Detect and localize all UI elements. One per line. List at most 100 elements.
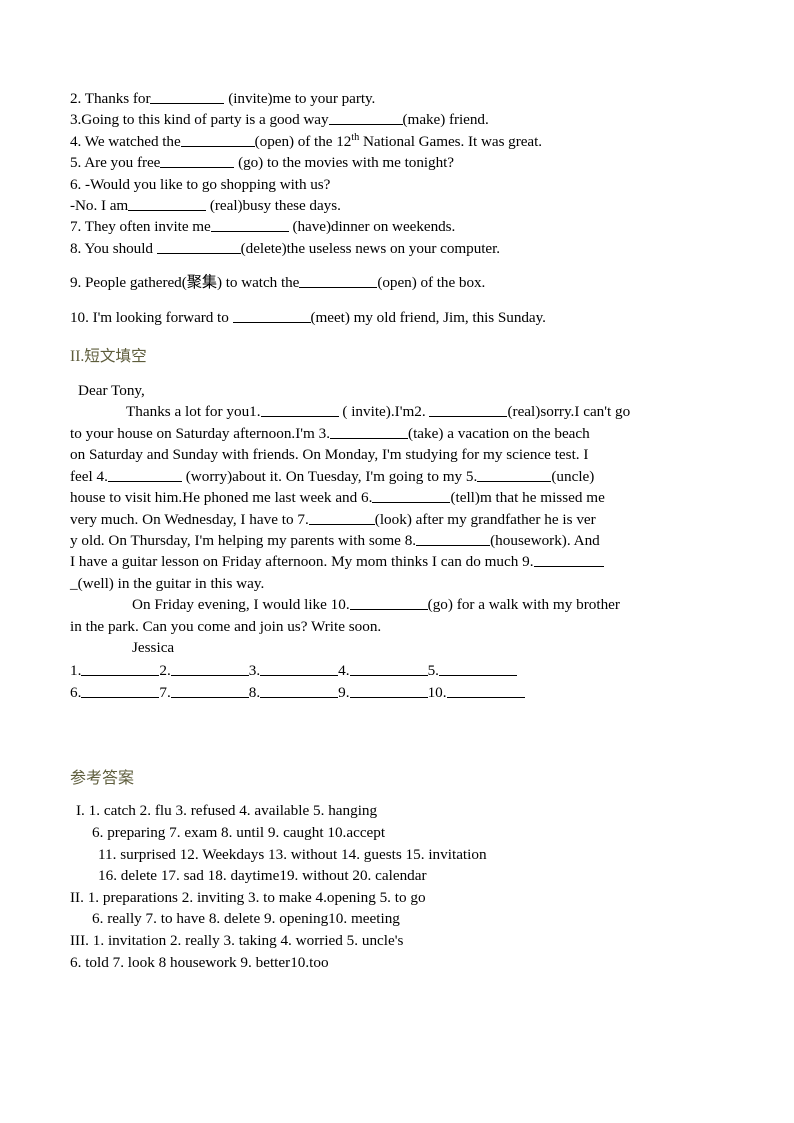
- answer-blank[interactable]: [328, 110, 403, 126]
- blank-number: 9.: [338, 684, 350, 702]
- answer-blank[interactable]: [446, 683, 525, 699]
- question-item-5: 5. Are you free (go) to the movies with …: [70, 152, 722, 173]
- question-text-before: -No. I am: [70, 197, 129, 215]
- answer-blank[interactable]: [232, 308, 311, 323]
- passage-text: (take) a vacation on the beach: [408, 424, 590, 442]
- blank-number: 7.: [159, 684, 171, 702]
- question-text-before: 10. I'm looking forward to: [70, 308, 233, 326]
- answer-blank[interactable]: [299, 273, 378, 289]
- answer-blank[interactable]: [260, 661, 339, 677]
- question-text-after: (invite)me to your party.: [224, 90, 376, 107]
- question-item-10: 10. I'm looking forward to (meet) my old…: [70, 307, 722, 328]
- blank-number: 10.: [427, 684, 447, 702]
- answer-key-title: 参考答案: [70, 768, 135, 788]
- answer-blank[interactable]: [180, 132, 255, 147]
- passage-line-3: on Saturday and Sunday with friends. On …: [70, 444, 722, 465]
- answer-blank[interactable]: [128, 196, 207, 212]
- passage-text: (go) for a walk with my brother: [427, 596, 620, 614]
- section-two-heading: II.短文填空: [70, 345, 722, 368]
- question-text-after: (have)dinner on weekends.: [288, 218, 456, 236]
- blank-number: 5.: [427, 662, 439, 680]
- passage-line-4: feel 4. (worry)about it. On Tuesday, I'm…: [70, 466, 722, 487]
- answer-key-line: 6. really 7. to have 8. delete 9. openin…: [92, 910, 400, 928]
- answer-blank[interactable]: [81, 683, 160, 699]
- passage-text: very much. On Wednesday, I have to 7.: [70, 510, 309, 528]
- question-text-after: (make) friend.: [402, 111, 489, 129]
- answer-key-list: I. 1. catch 2. flu 3. refused 4. availab…: [70, 800, 722, 973]
- passage-text: (look) after my grandfather he is ver: [374, 510, 596, 528]
- answer-blank[interactable]: [160, 153, 235, 169]
- question-item-7: 7. They often invite me (have)dinner on …: [70, 216, 722, 237]
- passage-text: feel 4.: [70, 467, 108, 485]
- passage-line-6: very much. On Wednesday, I have to 7. (lo…: [70, 509, 722, 530]
- question-item-9: 9. People gathered(聚集) to watch the (open…: [70, 272, 722, 293]
- answer-blank[interactable]: [330, 424, 409, 439]
- blank-number: 4.: [338, 662, 350, 680]
- answer-key-line: 6. preparing 7. exam 8. until 9. caught …: [92, 823, 386, 841]
- passage-text: ( invite).I'm2.: [338, 403, 430, 421]
- question-text-after: (delete)the useless news on your compute…: [240, 239, 501, 257]
- answer-blank[interactable]: [170, 683, 249, 699]
- answer-blank-grid: 1. 2. 3. 4. 5. 6. 7. 8. 9. 10.: [70, 660, 722, 704]
- passage-text: (uncle): [551, 467, 595, 485]
- answer-blank-row: 6. 7. 8. 9. 10.: [70, 682, 722, 704]
- passage-line-1: Thanks a lot for you1. ( invite).I'm2. (…: [70, 401, 722, 422]
- question-text-before: 6. -Would you like to go shopping with u…: [70, 175, 331, 193]
- question-text-after-post: National Games. It was great.: [359, 132, 543, 150]
- question-text-before: 3.Going to this kind of party is a good …: [70, 111, 329, 129]
- letter-salutation: Dear Tony,: [78, 382, 145, 400]
- answer-blank[interactable]: [260, 683, 339, 699]
- passage-text: on Saturday and Sunday with friends. On …: [70, 446, 589, 464]
- question-item-4: 4. We watched the (open) of the 12th Nati…: [70, 131, 722, 152]
- passage-line-8: I have a guitar lesson on Friday afterno…: [70, 551, 722, 572]
- answer-blank[interactable]: [107, 467, 182, 482]
- question-text-after: (real)busy these days.: [206, 197, 341, 215]
- blank-number: 6.: [70, 684, 82, 702]
- passage-text: Thanks a lot for you1.: [126, 403, 261, 421]
- answer-blank[interactable]: [260, 402, 339, 418]
- passage-text: (tell)m that he missed me: [450, 489, 605, 507]
- answer-blank[interactable]: [372, 488, 451, 504]
- answer-blank[interactable]: [349, 595, 428, 611]
- question-text-after: (go) to the movies with me tonight?: [234, 154, 454, 172]
- passage-text: (real)sorry.I can't go: [507, 403, 631, 421]
- question-text-before: 8. You should: [70, 239, 157, 257]
- passage-text: house to visit him.He phoned me last wee…: [70, 489, 373, 507]
- passage-text: (worry)about it. On Tuesday, I'm going t…: [181, 467, 478, 485]
- answer-key-line: III. 1. invitation 2. really 3. taking 4…: [70, 931, 404, 949]
- answer-blank[interactable]: [150, 89, 225, 104]
- blank-number: 3.: [248, 662, 261, 680]
- answer-key-line: 11. surprised 12. Weekdays 13. without 1…: [98, 845, 487, 863]
- passage-line-5: house to visit him.He phoned me last wee…: [70, 487, 722, 508]
- passage-line-11: in the park. Can you come and join us? W…: [70, 616, 722, 637]
- answer-blank[interactable]: [156, 239, 241, 254]
- blank-number: 1.: [70, 662, 82, 680]
- answer-key-line: II. 1. preparations 2. inviting 3. to ma…: [70, 888, 426, 906]
- passage-text: in the park. Can you come and join us? W…: [70, 617, 382, 635]
- answer-key-line: 16. delete 17. sad 18. daytime19. withou…: [98, 867, 427, 885]
- answer-blank[interactable]: [438, 661, 517, 677]
- passage-line-2: to your house on Saturday afternoon.I'm …: [70, 423, 722, 444]
- passage-text: On Friday evening, I would like 10.: [132, 596, 350, 614]
- question-item-6: 6. -Would you like to go shopping with u…: [70, 174, 722, 195]
- section-two-numeral: II.: [70, 348, 85, 366]
- answer-blank[interactable]: [81, 661, 160, 677]
- question-text-after: (meet) my old friend, Jim, this Sunday.: [310, 308, 546, 326]
- answer-blank[interactable]: [416, 531, 491, 546]
- answer-blank[interactable]: [170, 661, 249, 677]
- answer-blank[interactable]: [349, 661, 428, 677]
- passage-text: I have a guitar lesson on Friday afterno…: [70, 553, 534, 571]
- question-text-before: 7. They often invite me: [70, 218, 211, 236]
- letter-signature: Jessica: [132, 638, 175, 656]
- answer-blank[interactable]: [210, 217, 289, 233]
- answer-blank[interactable]: [477, 467, 552, 482]
- answer-blank[interactable]: [533, 552, 604, 568]
- question-text-before: 4. We watched the: [70, 132, 181, 150]
- question-text-after-pre: (open) of the 12: [254, 132, 352, 150]
- answer-blank[interactable]: [349, 683, 428, 699]
- section-one-questions: 2. Thanks for (invite)me to your party. …: [70, 88, 722, 328]
- document-content: 2. Thanks for (invite)me to your party. …: [70, 88, 722, 973]
- answer-blank[interactable]: [308, 510, 375, 525]
- answer-blank[interactable]: [429, 402, 508, 418]
- answer-key-line: I. 1. catch 2. flu 3. refused 4. availab…: [76, 802, 378, 820]
